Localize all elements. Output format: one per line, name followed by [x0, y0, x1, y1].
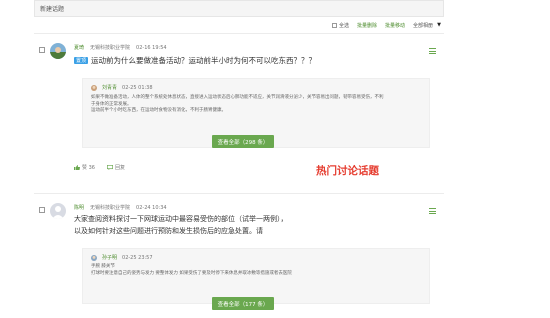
- post-author[interactable]: 夏琦: [74, 44, 84, 51]
- filter-dropdown-label: 全部相册: [413, 22, 434, 29]
- post-author[interactable]: 陈明: [74, 204, 84, 211]
- like-count: 赞 36: [82, 165, 95, 171]
- reply-author[interactable]: 刘青青: [102, 84, 117, 91]
- select-all-label: 全选: [339, 22, 350, 29]
- avatar: [91, 254, 97, 261]
- reply-meta: 刘青青 02-25 01:38: [91, 84, 153, 91]
- divider: [34, 33, 444, 34]
- post-school: 无锡科技职业学院: [90, 45, 131, 51]
- topic-post: 陈明 无锡科技职业学院 02-24 10:34 大家查阅资料探讨一下网球运动中最…: [34, 200, 444, 318]
- like-action[interactable]: 赞 36: [74, 164, 95, 171]
- post-time: 02-16 19:54: [136, 44, 167, 51]
- view-all-button[interactable]: 查看全部（298 条）: [212, 135, 274, 148]
- reply-time: 02-25 01:38: [122, 84, 153, 91]
- post-actions: 赞 36 回复: [74, 164, 125, 171]
- post-meta: 陈明 无锡科技职业学院 02-24 10:34: [74, 204, 167, 212]
- reply-meta: 孙子明 02-25 23:57: [91, 254, 153, 261]
- hot-topics-annotation: 热门讨论话题: [316, 165, 379, 177]
- post-school: 无锡科技职业学院: [90, 205, 131, 211]
- divider: [34, 193, 444, 194]
- reply-text: 手腕 膝关节 打球时要注意自己的姿势与发力 要整体发力 如果受伤了要及时停下来休…: [91, 264, 426, 277]
- view-all-button[interactable]: 查看全部（177 条）: [212, 297, 274, 310]
- avatar: [91, 84, 97, 91]
- menu-icon[interactable]: [429, 48, 436, 54]
- reply-label: 回复: [114, 165, 125, 171]
- thumb-up-icon: [74, 165, 80, 170]
- filter-dropdown[interactable]: 全部相册 ▼: [413, 22, 441, 29]
- reply-line: 打球时要注意自己的姿势与发力 要整体发力 如果受伤了要及时停下来休息并取冰敷等措…: [91, 270, 292, 276]
- select-all-checkbox[interactable]: [332, 22, 337, 28]
- reply-action[interactable]: 回复: [106, 164, 125, 171]
- batch-delete-link[interactable]: 批量删除: [357, 22, 377, 29]
- select-all-option[interactable]: 全选: [332, 22, 349, 29]
- reply-line: 运动前半个小时吃东西，在运动时食物没有消化，不利于肠胃健康。: [91, 108, 226, 113]
- menu-icon[interactable]: [429, 208, 436, 214]
- batch-move-link[interactable]: 批量移动: [385, 22, 405, 29]
- topic-post: 夏琦 无锡科技职业学院 02-16 19:54 置顶 运动前为什么要做准备活动？运…: [34, 40, 444, 190]
- comment-icon: [106, 164, 114, 170]
- reply-preview: 孙子明 02-25 23:57 手腕 膝关节 打球时要注意自己的姿势与发力 要整…: [82, 248, 430, 304]
- post-question[interactable]: 置顶 运动前为什么要做准备活动？运动前半小时为何不可以吃东西？？？: [74, 55, 316, 66]
- caret-down-icon: ▼: [437, 22, 441, 28]
- reply-author[interactable]: 孙子明: [102, 254, 117, 261]
- batch-toolbar: 全选 批量删除 批量移动 全部相册 ▼: [332, 20, 441, 30]
- avatar[interactable]: [50, 43, 66, 59]
- post-question-line: 以及如何针对这些问题进行预防和发生损伤后的应急处置。请: [74, 227, 263, 235]
- post-question[interactable]: 大家查阅资料探讨一下网球运动中最容易受伤的部位（试举一两例）， 以及如何针对这些…: [74, 213, 374, 237]
- pinned-badge: 置顶: [74, 57, 89, 64]
- new-topic-input[interactable]: 新建话题: [34, 0, 444, 17]
- post-checkbox[interactable]: [39, 47, 45, 53]
- reply-time: 02-25 23:57: [122, 254, 153, 261]
- post-question-text: 运动前为什么要做准备活动？运动前半小时为何不可以吃东西？？？: [91, 56, 317, 65]
- reply-text: 如果不做准备活动，人体的整个系统处休息状态，直接进入运动状态后心肺功能不适应，关…: [91, 95, 426, 115]
- post-time: 02-24 10:34: [136, 204, 167, 211]
- new-topic-placeholder: 新建话题: [40, 6, 65, 13]
- post-checkbox[interactable]: [39, 207, 45, 213]
- avatar[interactable]: [50, 203, 66, 219]
- post-question-line: 大家查阅资料探讨一下网球运动中最容易受伤的部位（试举一两例），: [74, 215, 288, 223]
- reply-line: 如果不做准备活动，人体的整个系统处休息状态，直接进入运动状态后心肺功能不适应，关…: [91, 95, 384, 100]
- post-meta: 夏琦 无锡科技职业学院 02-16 19:54: [74, 44, 167, 52]
